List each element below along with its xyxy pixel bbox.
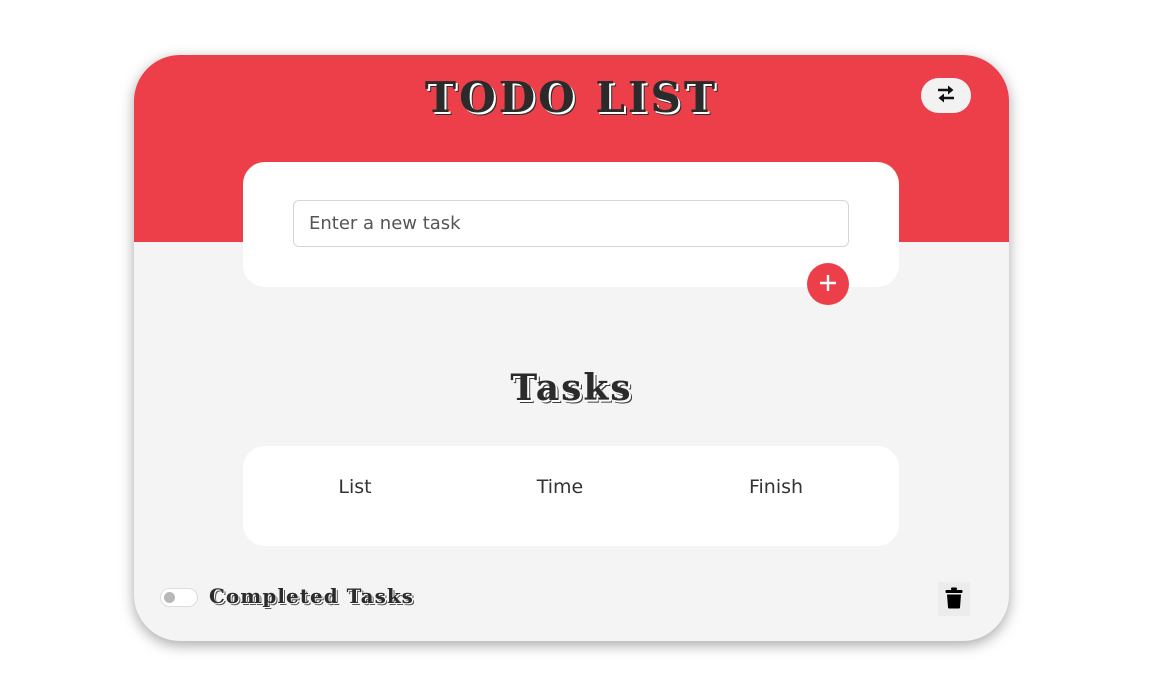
todo-card: TODO LIST Tasks List Time Finish Complet… xyxy=(134,55,1009,641)
new-task-input[interactable] xyxy=(293,200,849,247)
swap-arrows-icon xyxy=(935,83,957,108)
tasks-heading: Tasks xyxy=(510,367,633,409)
app-title: TODO LIST xyxy=(424,73,719,122)
column-header-list: List xyxy=(338,476,372,498)
completed-tasks-toggle[interactable] xyxy=(160,588,198,607)
trash-icon xyxy=(945,587,963,612)
delete-button[interactable] xyxy=(938,582,970,616)
swap-theme-button[interactable] xyxy=(921,78,971,113)
column-header-time: Time xyxy=(536,476,584,498)
column-header-finish: Finish xyxy=(748,476,804,498)
tasks-table: List Time Finish xyxy=(243,446,899,546)
add-task-button[interactable] xyxy=(807,263,849,305)
plus-icon xyxy=(818,273,838,296)
completed-tasks-label: Completed Tasks xyxy=(209,584,414,608)
new-task-panel xyxy=(243,162,899,287)
toggle-knob xyxy=(164,592,175,603)
